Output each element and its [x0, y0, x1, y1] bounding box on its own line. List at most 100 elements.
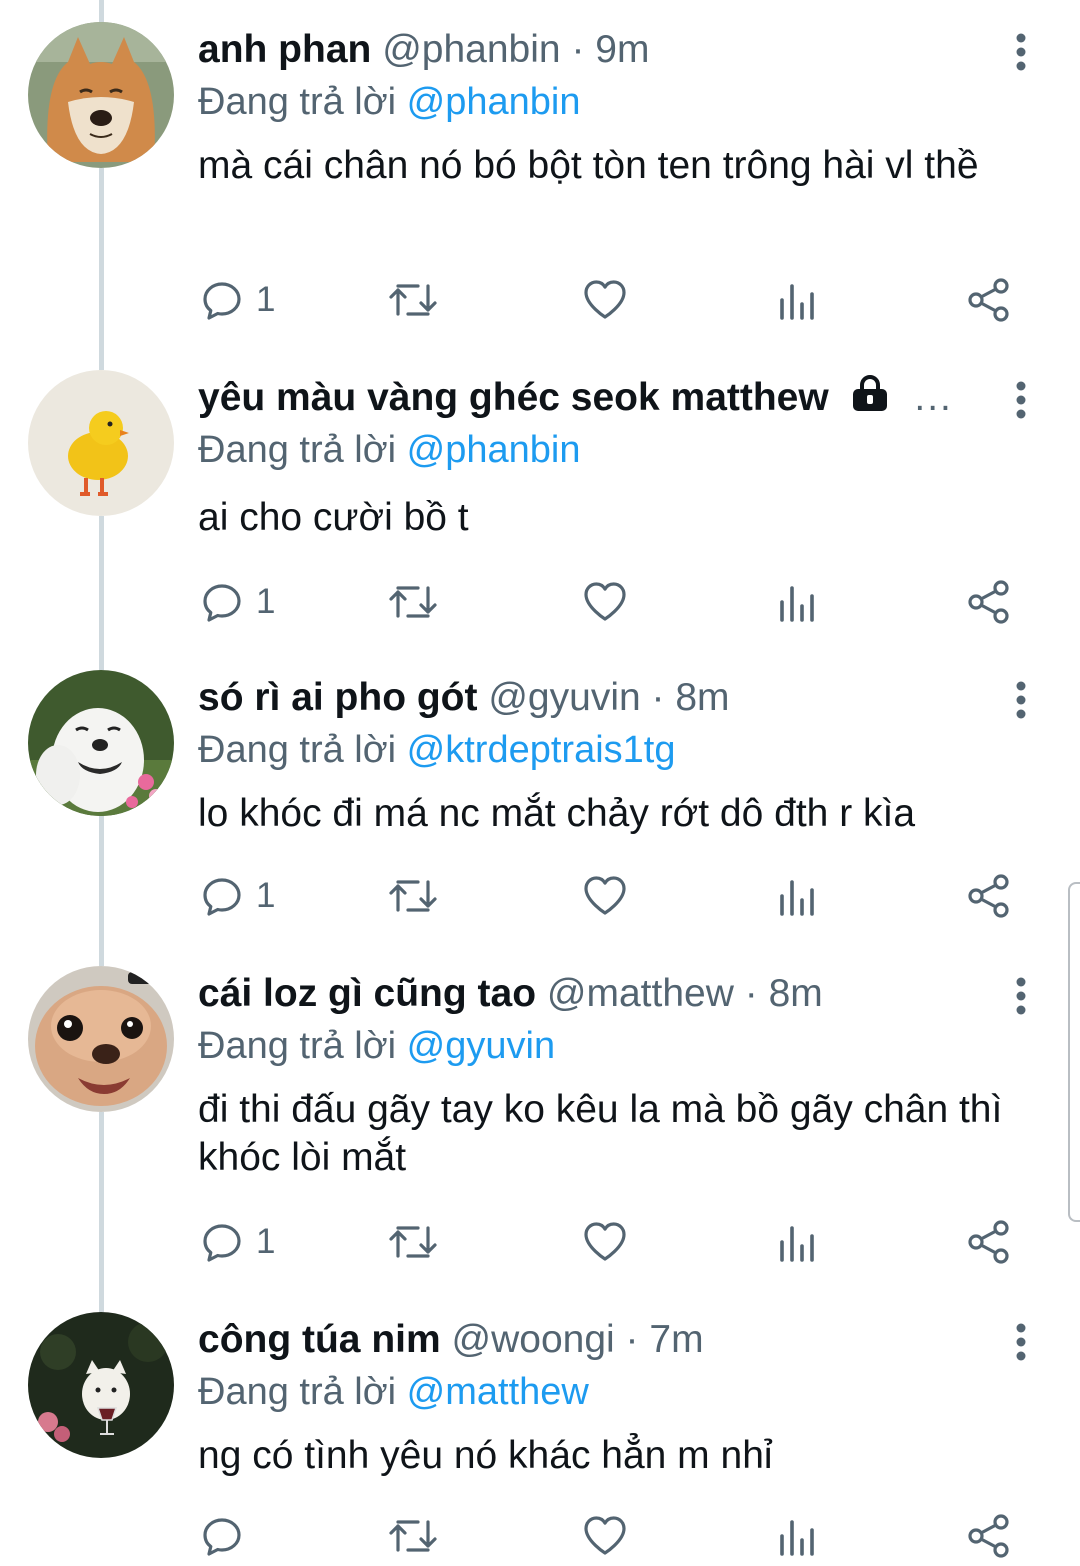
more-options-icon[interactable]: [1004, 678, 1038, 722]
mention-link[interactable]: @ktrdeptrais1tg: [407, 729, 676, 771]
tweet-header: công túa nim @woongi · 7m: [198, 1314, 970, 1366]
reply-button[interactable]: 1: [200, 270, 275, 330]
mention-link[interactable]: @matthew: [407, 1371, 589, 1413]
reply-button[interactable]: 1: [200, 572, 275, 632]
user-handle[interactable]: @matthew: [547, 972, 734, 1015]
timestamp[interactable]: 8m: [675, 676, 729, 719]
reply-tweet[interactable]: anh phan @phanbin · 9m Đang trả lời @pha…: [0, 0, 1080, 350]
analytics-button[interactable]: [778, 1506, 818, 1566]
display-name[interactable]: só rì ai pho gót: [198, 676, 478, 719]
tweet-text: đi thi đấu gãy tay ko kêu la mà bồ gãy c…: [198, 1088, 1003, 1179]
mention-link[interactable]: @gyuvin: [407, 1025, 555, 1067]
tweet-header: anh phan @phanbin · 9m: [198, 24, 970, 76]
heart-icon: [582, 580, 628, 624]
reply-tweet[interactable]: cái loz gì cũng tao @matthew · 8m Đang t…: [0, 944, 1080, 1289]
display-name[interactable]: anh phan: [198, 28, 371, 71]
share-button[interactable]: [966, 866, 1012, 926]
share-icon: [966, 579, 1012, 625]
action-bar: 1: [0, 572, 1080, 632]
reply-icon: [200, 278, 244, 322]
tweet-text: lo khóc đi má nc mắt chảy rớt dô đth r k…: [198, 792, 916, 835]
retweet-button[interactable]: [388, 270, 438, 330]
retweet-icon: [388, 1514, 438, 1558]
display-name[interactable]: yêu màu vàng ghéc seok matthew: [198, 376, 829, 419]
user-handle[interactable]: @gyuvin: [488, 676, 640, 719]
like-button[interactable]: [582, 1212, 628, 1272]
analytics-icon: [778, 1220, 818, 1264]
reply-count: 1: [256, 280, 276, 319]
chihuahua-avatar[interactable]: [28, 966, 174, 1112]
retweet-icon: [388, 278, 438, 322]
smiling-dog-avatar[interactable]: [28, 670, 174, 816]
tweet-text: ng có tình yêu nó khác hẳn m nhỉ: [198, 1434, 773, 1477]
analytics-icon: [778, 278, 818, 322]
share-button[interactable]: [966, 270, 1012, 330]
dog-wineglass-avatar[interactable]: [28, 1312, 174, 1458]
like-button[interactable]: [582, 572, 628, 632]
scrollbar-handle[interactable]: [1068, 882, 1080, 1222]
timestamp[interactable]: 9m: [595, 28, 649, 71]
like-button[interactable]: [582, 270, 628, 330]
retweet-icon: [388, 1220, 438, 1264]
reply-tweet[interactable]: yêu màu vàng ghéc seok matthew ... Đang …: [0, 348, 1080, 648]
mention-link[interactable]: @phanbin: [407, 429, 581, 471]
analytics-button[interactable]: [778, 270, 818, 330]
separator: ·: [571, 28, 585, 71]
fox-avatar[interactable]: [28, 22, 174, 168]
retweet-button[interactable]: [388, 572, 438, 632]
user-handle[interactable]: @woongi: [452, 1318, 615, 1361]
separator: ·: [625, 1318, 639, 1361]
reply-button[interactable]: 1: [200, 1212, 275, 1272]
analytics-icon: [778, 580, 818, 624]
timestamp[interactable]: 8m: [769, 972, 823, 1015]
share-button[interactable]: [966, 1212, 1012, 1272]
replying-prefix: Đang trả lời: [198, 81, 397, 123]
mention-link[interactable]: @phanbin: [407, 81, 581, 123]
truncation: ...: [914, 376, 953, 419]
reply-count: 1: [256, 582, 276, 621]
like-button[interactable]: [582, 1506, 628, 1566]
share-icon: [966, 873, 1012, 919]
tweet-text: ai cho cười bồ t: [198, 496, 469, 539]
retweet-icon: [388, 874, 438, 918]
reply-tweet[interactable]: công túa nim @woongi · 7m Đang trả lời @…: [0, 1290, 1080, 1564]
replying-prefix: Đang trả lời: [198, 1371, 397, 1413]
action-bar: 1: [0, 866, 1080, 926]
reply-button[interactable]: [200, 1506, 256, 1566]
timestamp[interactable]: 7m: [649, 1318, 703, 1361]
user-handle[interactable]: @phanbin: [382, 28, 560, 71]
more-options-icon[interactable]: [1004, 30, 1038, 74]
share-button[interactable]: [966, 572, 1012, 632]
display-name[interactable]: cái loz gì cũng tao: [198, 972, 536, 1015]
retweet-button[interactable]: [388, 866, 438, 926]
reply-button[interactable]: 1: [200, 866, 275, 926]
retweet-button[interactable]: [388, 1506, 438, 1566]
analytics-button[interactable]: [778, 1212, 818, 1272]
action-bar: 1: [0, 270, 1080, 330]
more-options-icon[interactable]: [1004, 1320, 1038, 1364]
lock-icon: [850, 375, 890, 424]
tweet-header: cái loz gì cũng tao @matthew · 8m: [198, 968, 970, 1020]
reply-tweet[interactable]: só rì ai pho gót @gyuvin · 8m Đang trả l…: [0, 648, 1080, 943]
heart-icon: [582, 1514, 628, 1558]
share-button[interactable]: [966, 1506, 1012, 1566]
replying-prefix: Đang trả lời: [198, 729, 397, 771]
more-options-icon[interactable]: [1004, 974, 1038, 1018]
reply-count: 1: [256, 1222, 276, 1261]
replying-to: Đang trả lời @gyuvin: [198, 1020, 555, 1072]
analytics-icon: [778, 874, 818, 918]
more-options-icon[interactable]: [1004, 378, 1038, 422]
share-icon: [966, 1219, 1012, 1265]
tweet-header: só rì ai pho gót @gyuvin · 8m: [198, 672, 970, 724]
heart-icon: [582, 1220, 628, 1264]
analytics-button[interactable]: [778, 572, 818, 632]
reply-icon: [200, 874, 244, 918]
analytics-button[interactable]: [778, 866, 818, 926]
reply-icon: [200, 1514, 244, 1558]
retweet-button[interactable]: [388, 1212, 438, 1272]
display-name[interactable]: công túa nim: [198, 1318, 441, 1361]
share-icon: [966, 277, 1012, 323]
yellow-chick-avatar[interactable]: [28, 370, 174, 516]
tweet-header: yêu màu vàng ghéc seok matthew ...: [198, 372, 970, 424]
like-button[interactable]: [582, 866, 628, 926]
